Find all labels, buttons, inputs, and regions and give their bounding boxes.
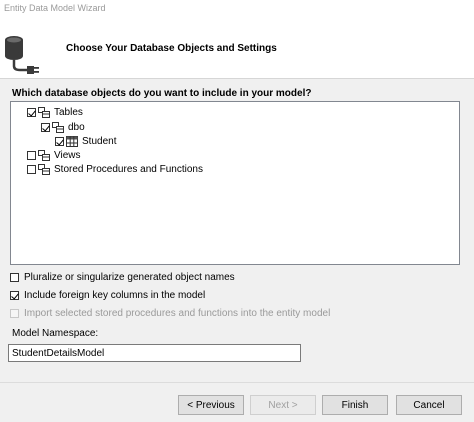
table-grid-icon	[66, 136, 78, 147]
footer-divider	[0, 382, 474, 383]
model-namespace-input[interactable]	[8, 344, 301, 362]
pluralize-checkbox[interactable]	[10, 273, 19, 282]
foreign-keys-option[interactable]: Include foreign key columns in the model	[10, 289, 205, 302]
foreign-keys-checkbox[interactable]	[10, 291, 19, 300]
next-button: Next >	[250, 395, 316, 415]
finish-button[interactable]: Finish	[322, 395, 388, 415]
tables-folder-icon	[38, 107, 50, 118]
foreign-keys-label: Include foreign key columns in the model	[24, 290, 206, 301]
objects-question-label: Which database objects do you want to in…	[12, 88, 312, 99]
student-checkbox[interactable]	[55, 137, 64, 146]
import-procedures-checkbox	[10, 309, 19, 318]
student-label: Student	[82, 136, 117, 147]
views-checkbox[interactable]	[27, 151, 36, 160]
database-objects-tree[interactable]: Tables dbo Student Views Stored Procedur…	[10, 101, 460, 265]
tree-node-dbo[interactable]: dbo	[41, 121, 85, 134]
wizard-header: Choose Your Database Objects and Setting…	[0, 18, 474, 78]
dbo-checkbox[interactable]	[41, 123, 50, 132]
tables-checkbox[interactable]	[27, 108, 36, 117]
stored-procedures-label: Stored Procedures and Functions	[54, 164, 203, 175]
dbo-label: dbo	[68, 122, 85, 133]
tree-node-tables[interactable]: Tables	[27, 106, 83, 119]
header-divider	[0, 78, 474, 79]
tree-node-student[interactable]: Student	[55, 135, 116, 148]
tree-node-views[interactable]: Views	[27, 149, 81, 162]
tree-node-stored-procedures[interactable]: Stored Procedures and Functions	[27, 163, 203, 176]
tables-label: Tables	[54, 107, 83, 118]
import-procedures-label: Import selected stored procedures and fu…	[24, 308, 331, 319]
pluralize-option[interactable]: Pluralize or singularize generated objec…	[10, 271, 235, 284]
cancel-button[interactable]: Cancel	[396, 395, 462, 415]
pluralize-label: Pluralize or singularize generated objec…	[24, 272, 235, 283]
title-bar: Entity Data Model Wizard	[0, 0, 474, 18]
window-title: Entity Data Model Wizard	[4, 3, 106, 13]
import-procedures-option: Import selected stored procedures and fu…	[10, 307, 330, 320]
database-connect-icon	[5, 36, 39, 74]
model-namespace-label: Model Namespace:	[12, 328, 99, 339]
page-subtitle: Choose Your Database Objects and Setting…	[66, 43, 277, 54]
stored-procedures-checkbox[interactable]	[27, 165, 36, 174]
schema-icon	[52, 122, 64, 133]
views-folder-icon	[38, 150, 50, 161]
views-label: Views	[54, 150, 81, 161]
procedures-folder-icon	[38, 164, 50, 175]
previous-button[interactable]: < Previous	[178, 395, 244, 415]
